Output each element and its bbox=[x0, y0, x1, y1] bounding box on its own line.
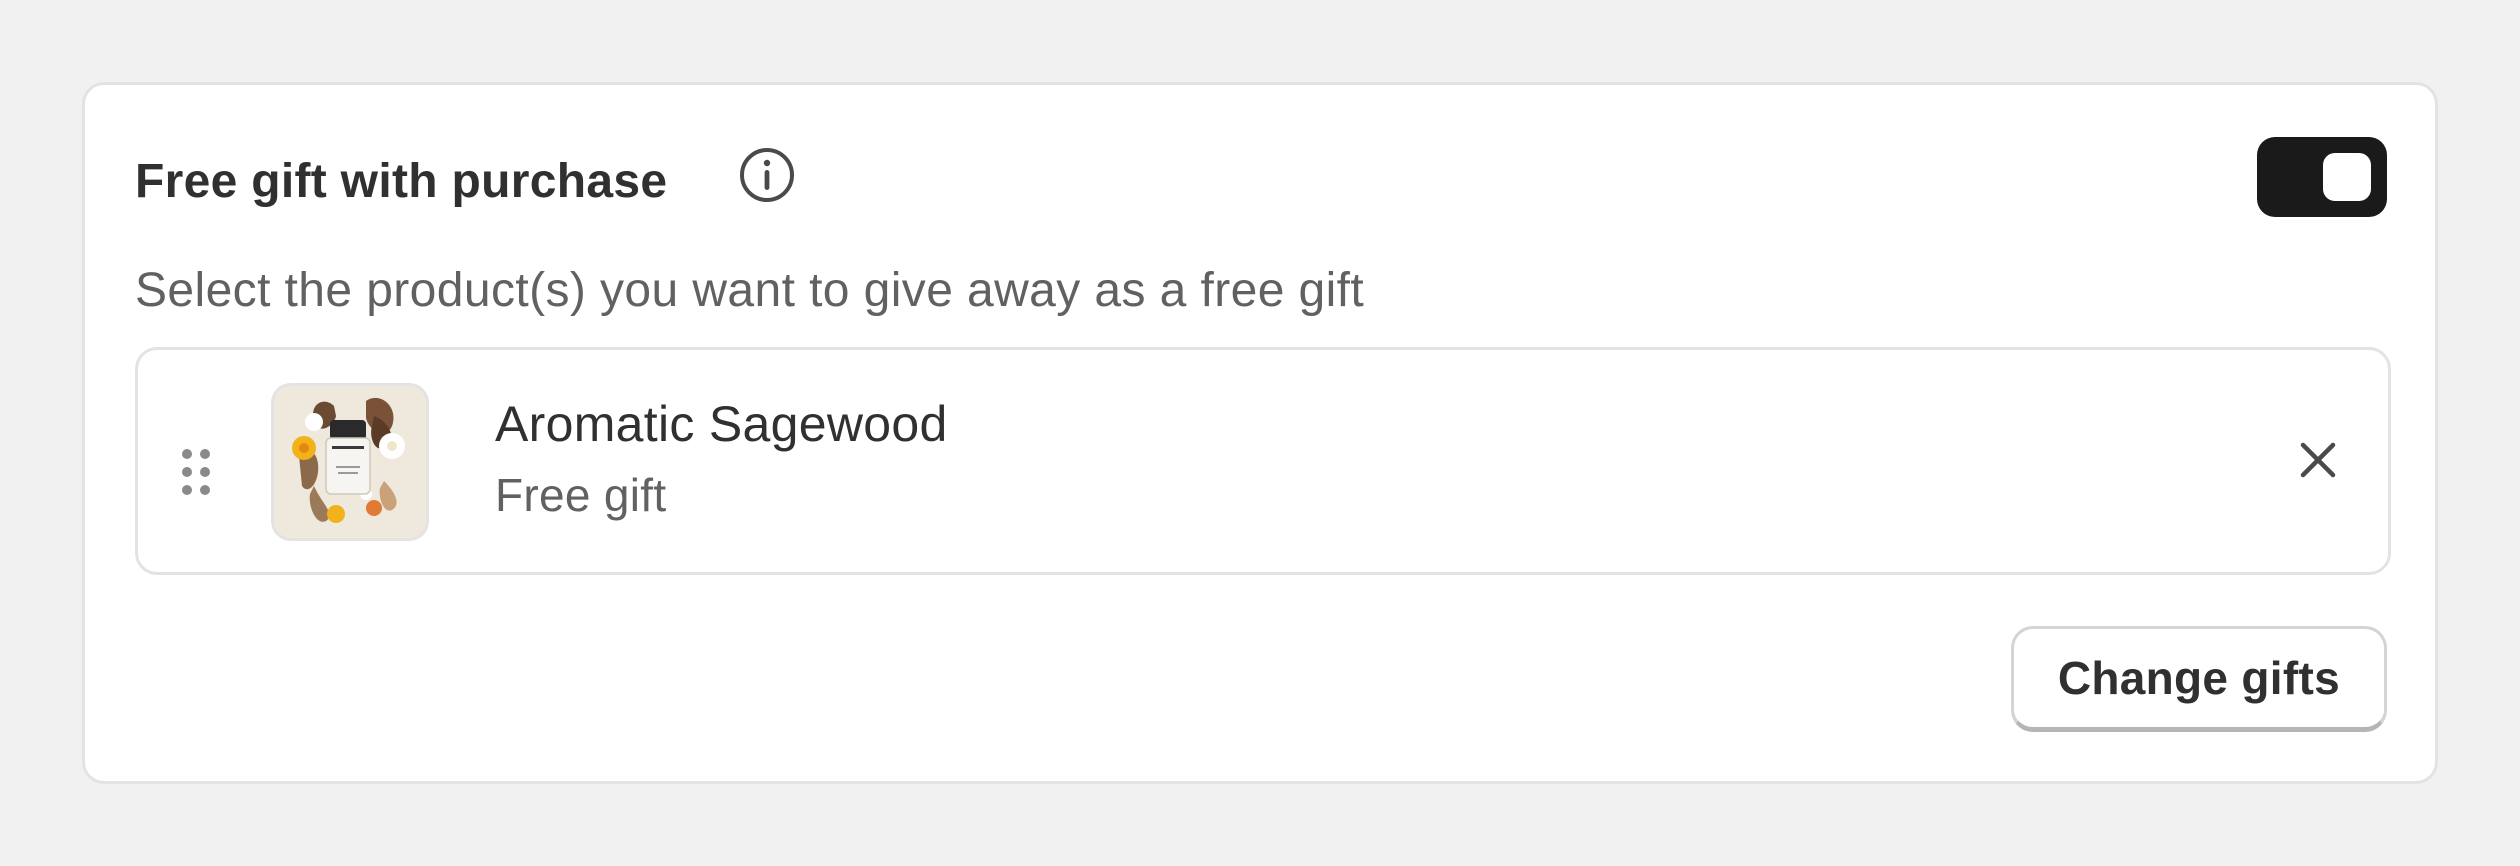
gift-list-item: Aromatic Sagewood Free gift bbox=[135, 347, 2391, 575]
product-name: Aromatic Sagewood bbox=[495, 396, 948, 452]
close-icon[interactable] bbox=[2288, 430, 2348, 490]
section-title: Free gift with purchase bbox=[135, 155, 668, 208]
toggle-knob bbox=[2323, 153, 2371, 201]
section-description: Select the product(s) you want to give a… bbox=[135, 264, 1365, 317]
change-gifts-button[interactable]: Change gifts bbox=[2010, 626, 2387, 732]
product-gift-label: Free gift bbox=[495, 469, 667, 521]
free-gift-card: Free gift with purchase Select the produ… bbox=[82, 82, 2438, 784]
info-icon[interactable] bbox=[738, 146, 796, 204]
free-gift-toggle[interactable] bbox=[2257, 137, 2387, 217]
drag-handle-icon[interactable] bbox=[180, 447, 212, 497]
product-thumbnail bbox=[271, 383, 429, 541]
card-header: Free gift with purchase bbox=[135, 137, 2387, 217]
